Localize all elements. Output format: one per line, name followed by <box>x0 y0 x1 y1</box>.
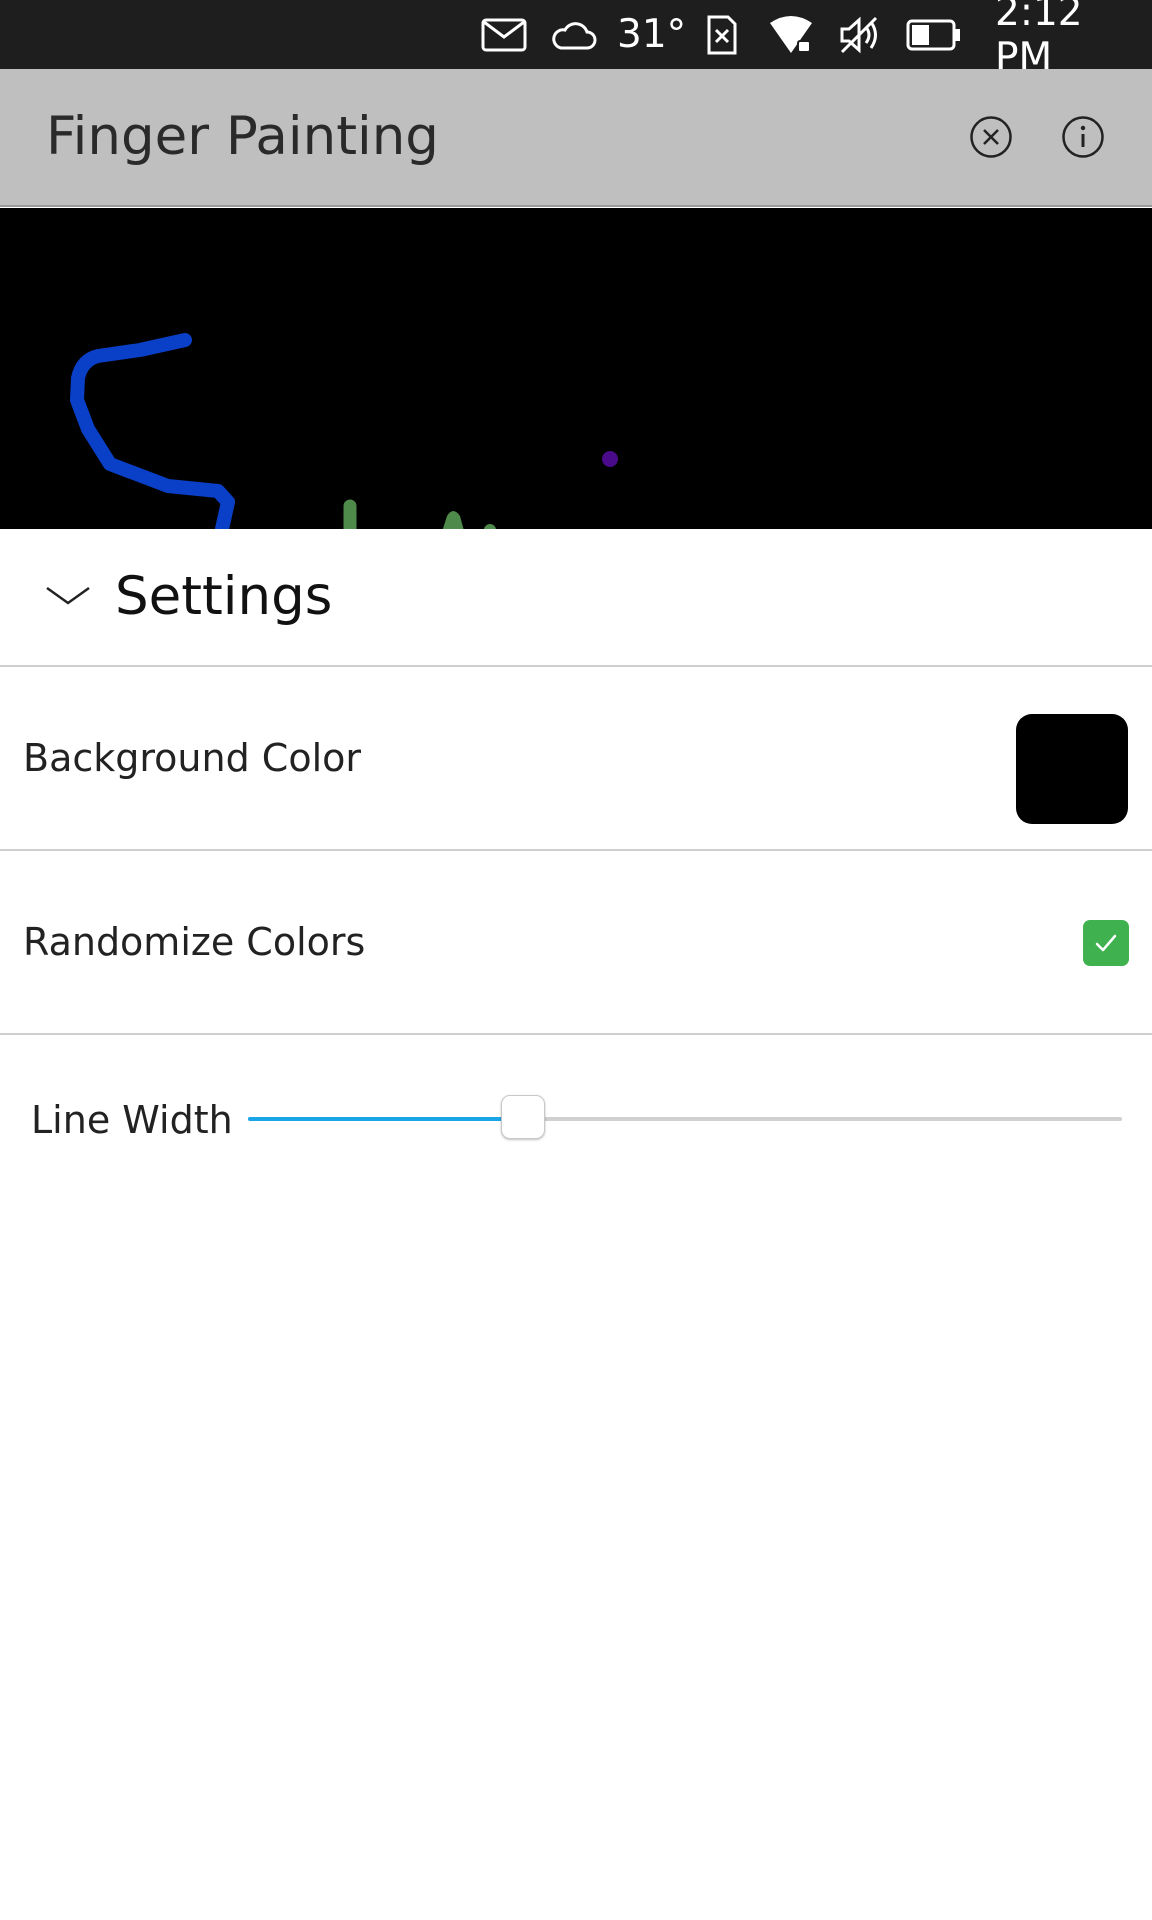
app-title: Finger Painting <box>46 106 439 167</box>
background-color-row: Background Color <box>0 667 1152 851</box>
paint-stroke-blue <box>70 333 235 529</box>
status-bar: 31° 2:12 PM <box>0 0 1152 80</box>
mail-icon <box>481 0 527 69</box>
clear-icon <box>970 116 1012 158</box>
paint-stroke-green-2 <box>442 511 464 529</box>
clear-button[interactable] <box>968 114 1014 160</box>
drawing-canvas[interactable] <box>0 208 1152 529</box>
randomize-colors-label: Randomize Colors <box>23 920 366 964</box>
battery-icon <box>906 0 962 69</box>
clock-text: 2:12 PM <box>995 0 1083 80</box>
line-width-slider[interactable] <box>248 1095 1122 1139</box>
randomize-colors-row: Randomize Colors <box>0 851 1152 1035</box>
info-icon <box>1062 116 1104 158</box>
wifi-icon <box>768 0 814 69</box>
volume-muted-icon <box>838 0 884 69</box>
background-color-label: Background Color <box>23 736 361 780</box>
paint-dot-purple <box>602 451 618 467</box>
slider-thumb[interactable] <box>501 1095 546 1139</box>
line-width-label: Line Width <box>31 1098 233 1142</box>
info-button[interactable] <box>1060 114 1106 160</box>
settings-title: Settings <box>115 566 333 627</box>
background-color-swatch[interactable] <box>1016 714 1128 824</box>
app-header: Finger Painting <box>0 69 1152 207</box>
settings-panel-header[interactable]: Settings <box>0 529 1152 667</box>
cloud-icon <box>551 0 597 69</box>
chevron-down-icon <box>46 586 90 605</box>
randomize-colors-checkbox[interactable] <box>1083 920 1129 966</box>
checkmark-icon <box>1095 934 1117 952</box>
temperature-text: 31° <box>617 12 687 57</box>
slider-fill <box>248 1117 524 1121</box>
sim-icon <box>706 0 738 69</box>
